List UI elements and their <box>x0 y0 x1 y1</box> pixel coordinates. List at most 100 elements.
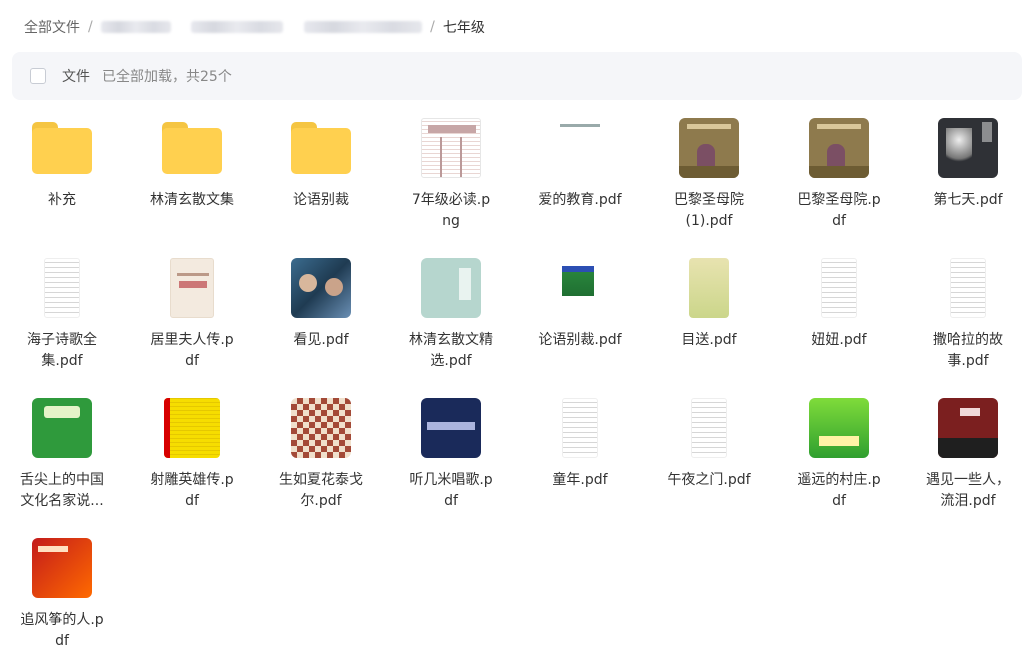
file-item[interactable]: 午夜之门.pdf <box>649 392 769 491</box>
file-thumbnail[interactable] <box>32 538 92 598</box>
file-name[interactable]: 撒哈拉的故事.pdf <box>925 330 1011 372</box>
file-name[interactable]: 生如夏花泰戈尔.pdf <box>278 470 364 512</box>
file-item[interactable]: 海子诗歌全集.pdf <box>2 252 122 372</box>
pdf-file-icon <box>691 398 727 458</box>
file-item[interactable]: 林清玄散文集 <box>132 112 252 211</box>
file-thumbnail[interactable] <box>162 398 222 458</box>
file-item[interactable]: 舌尖上的中国文化名家说... <box>2 392 122 512</box>
file-thumbnail[interactable] <box>32 118 92 178</box>
file-thumbnail[interactable] <box>550 398 610 458</box>
breadcrumb-blurred-segment[interactable] <box>100 21 171 33</box>
file-name[interactable]: 巴黎圣母院(1).pdf <box>666 190 752 232</box>
breadcrumb-blurred-segment[interactable] <box>304 21 423 33</box>
file-thumbnail[interactable] <box>679 118 739 178</box>
file-name[interactable]: 论语别裁.pdf <box>537 330 623 351</box>
file-name[interactable]: 目送.pdf <box>666 330 752 351</box>
file-item[interactable]: 7年级必读.png <box>391 112 511 232</box>
file-item[interactable]: 撒哈拉的故事.pdf <box>908 252 1024 372</box>
file-name[interactable]: 听几米唱歌.pdf <box>408 470 494 512</box>
load-status-text: 已全部加载，共25个 <box>102 69 232 85</box>
file-item[interactable]: 童年.pdf <box>520 392 640 491</box>
file-thumbnail[interactable] <box>809 258 869 318</box>
file-thumbnail[interactable] <box>32 398 92 458</box>
file-item[interactable]: 看见.pdf <box>261 252 381 351</box>
file-thumbnail[interactable] <box>32 258 92 318</box>
select-all-checkbox[interactable] <box>30 68 46 84</box>
pdf-file-icon <box>32 398 92 458</box>
file-thumbnail[interactable] <box>938 258 998 318</box>
file-item[interactable]: 居里夫人传.pdf <box>132 252 252 372</box>
breadcrumb: 全部文件 / / / / 七年级 <box>24 16 485 38</box>
file-thumbnail[interactable] <box>162 258 222 318</box>
file-item[interactable]: 射雕英雄传.pdf <box>132 392 252 512</box>
file-thumbnail[interactable] <box>938 398 998 458</box>
file-item[interactable]: 妞妞.pdf <box>779 252 899 351</box>
file-name[interactable]: 看见.pdf <box>278 330 364 351</box>
file-column-label: 文件 <box>62 69 90 85</box>
file-item[interactable]: 听几米唱歌.pdf <box>391 392 511 512</box>
pdf-file-icon <box>291 398 351 458</box>
file-thumbnail[interactable] <box>809 118 869 178</box>
file-name[interactable]: 海子诗歌全集.pdf <box>19 330 105 372</box>
file-thumbnail[interactable] <box>291 398 351 458</box>
folder-icon <box>32 122 92 174</box>
file-name[interactable]: 爱的教育.pdf <box>537 190 623 211</box>
file-thumbnail[interactable] <box>938 118 998 178</box>
file-name[interactable]: 7年级必读.png <box>408 190 494 232</box>
file-thumbnail[interactable] <box>291 258 351 318</box>
file-thumbnail[interactable] <box>291 118 351 178</box>
pdf-file-icon <box>689 258 729 318</box>
file-thumbnail[interactable] <box>550 258 610 318</box>
file-item[interactable]: 爱的教育.pdf <box>520 112 640 211</box>
file-thumbnail[interactable] <box>421 258 481 318</box>
file-thumbnail[interactable] <box>679 398 739 458</box>
file-name[interactable]: 第七天.pdf <box>925 190 1011 211</box>
folder-icon <box>162 122 222 174</box>
pdf-file-icon <box>170 258 214 318</box>
file-thumbnail[interactable] <box>679 258 739 318</box>
file-name[interactable]: 遥远的村庄.pdf <box>796 470 882 512</box>
file-name[interactable]: 巴黎圣母院.pdf <box>796 190 882 232</box>
file-item[interactable]: 第七天.pdf <box>908 112 1024 211</box>
file-name[interactable]: 午夜之门.pdf <box>666 470 752 491</box>
pdf-file-icon <box>809 118 869 178</box>
file-name[interactable]: 舌尖上的中国文化名家说... <box>19 470 105 512</box>
file-name[interactable]: 居里夫人传.pdf <box>149 330 235 372</box>
file-item[interactable]: 巴黎圣母院.pdf <box>779 112 899 232</box>
image-file-icon <box>421 118 481 178</box>
folder-icon <box>291 122 351 174</box>
breadcrumb-root[interactable]: 全部文件 <box>24 17 80 37</box>
pdf-file-icon <box>550 258 610 318</box>
breadcrumb-separator: / <box>291 19 296 35</box>
file-name[interactable]: 遇见一些人，流泪.pdf <box>925 470 1011 512</box>
pdf-file-icon <box>938 398 998 458</box>
file-item[interactable]: 遥远的村庄.pdf <box>779 392 899 512</box>
file-name[interactable]: 妞妞.pdf <box>796 330 882 351</box>
file-item[interactable]: 林清玄散文精选.pdf <box>391 252 511 372</box>
breadcrumb-blurred-segment[interactable] <box>191 21 284 33</box>
file-thumbnail[interactable] <box>550 118 610 178</box>
file-item[interactable]: 论语别裁.pdf <box>520 252 640 351</box>
file-item[interactable]: 目送.pdf <box>649 252 769 351</box>
file-list-header: 文件 已全部加载，共25个 <box>12 52 1022 100</box>
file-name[interactable]: 射雕英雄传.pdf <box>149 470 235 512</box>
file-thumbnail[interactable] <box>162 118 222 178</box>
file-thumbnail[interactable] <box>421 118 481 178</box>
file-item[interactable]: 论语别裁 <box>261 112 381 211</box>
file-item[interactable]: 追风筝的人.pdf <box>2 532 122 652</box>
file-item[interactable]: 遇见一些人，流泪.pdf <box>908 392 1024 512</box>
file-thumbnail[interactable] <box>421 398 481 458</box>
file-item[interactable]: 生如夏花泰戈尔.pdf <box>261 392 381 512</box>
file-name[interactable]: 追风筝的人.pdf <box>19 610 105 652</box>
file-name[interactable]: 论语别裁 <box>278 190 364 211</box>
breadcrumb-separator: / <box>179 19 184 35</box>
file-name[interactable]: 林清玄散文精选.pdf <box>408 330 494 372</box>
file-thumbnail[interactable] <box>809 398 869 458</box>
pdf-file-icon <box>550 118 610 178</box>
pdf-file-icon <box>164 398 220 458</box>
file-name[interactable]: 林清玄散文集 <box>149 190 235 211</box>
file-name[interactable]: 童年.pdf <box>537 470 623 491</box>
file-item[interactable]: 巴黎圣母院(1).pdf <box>649 112 769 232</box>
file-name[interactable]: 补充 <box>19 190 105 211</box>
file-item[interactable]: 补充 <box>2 112 122 211</box>
